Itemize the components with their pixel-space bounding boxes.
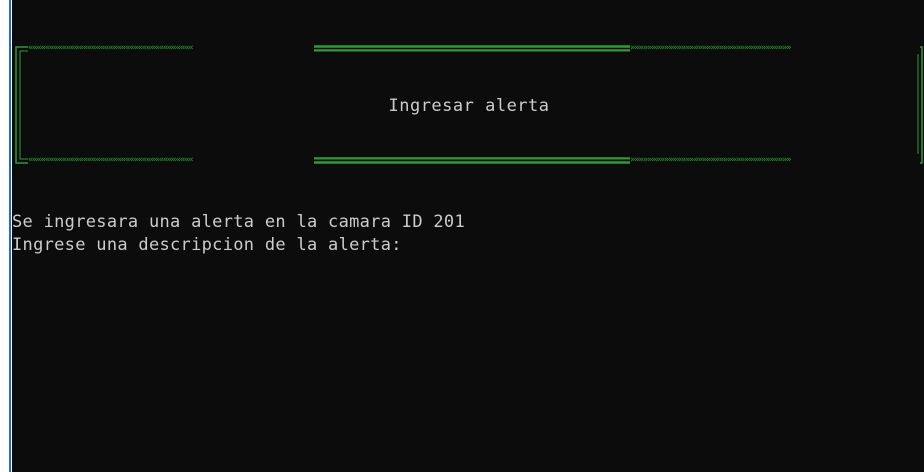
input-prompt-description[interactable]: Ingrese una descripcion de la alerta: (12, 235, 402, 255)
output-line-camera: Se ingresara una alerta en la camara ID … (12, 212, 465, 232)
banner-right-chevrons-top: »»»»»»»»»»»»»»»»»»»»»»»»»»»»»»»»»»»»»» (630, 42, 920, 54)
banner-right-chevrons-bottom: »»»»»»»»»»»»»»»»»»»»»»»»»»»»»»»»»»»»»» (630, 154, 920, 166)
banner-left-chevrons-bottom: ««««««««««««««««««««««««««««««««««««««« (28, 154, 314, 166)
title-banner: ««««««««««««««««««««««««««««««««««««««« … (14, 40, 924, 168)
window-focus-line (9, 0, 11, 472)
banner-title: Ingresar alerta (388, 96, 550, 116)
console-window[interactable]: ««««««««««««««««««««««««««««««««««««««« … (12, 0, 924, 472)
window-edge (0, 0, 12, 472)
banner-left-chevrons-top: ««««««««««««««««««««««««««««««««««««««« (28, 42, 314, 54)
